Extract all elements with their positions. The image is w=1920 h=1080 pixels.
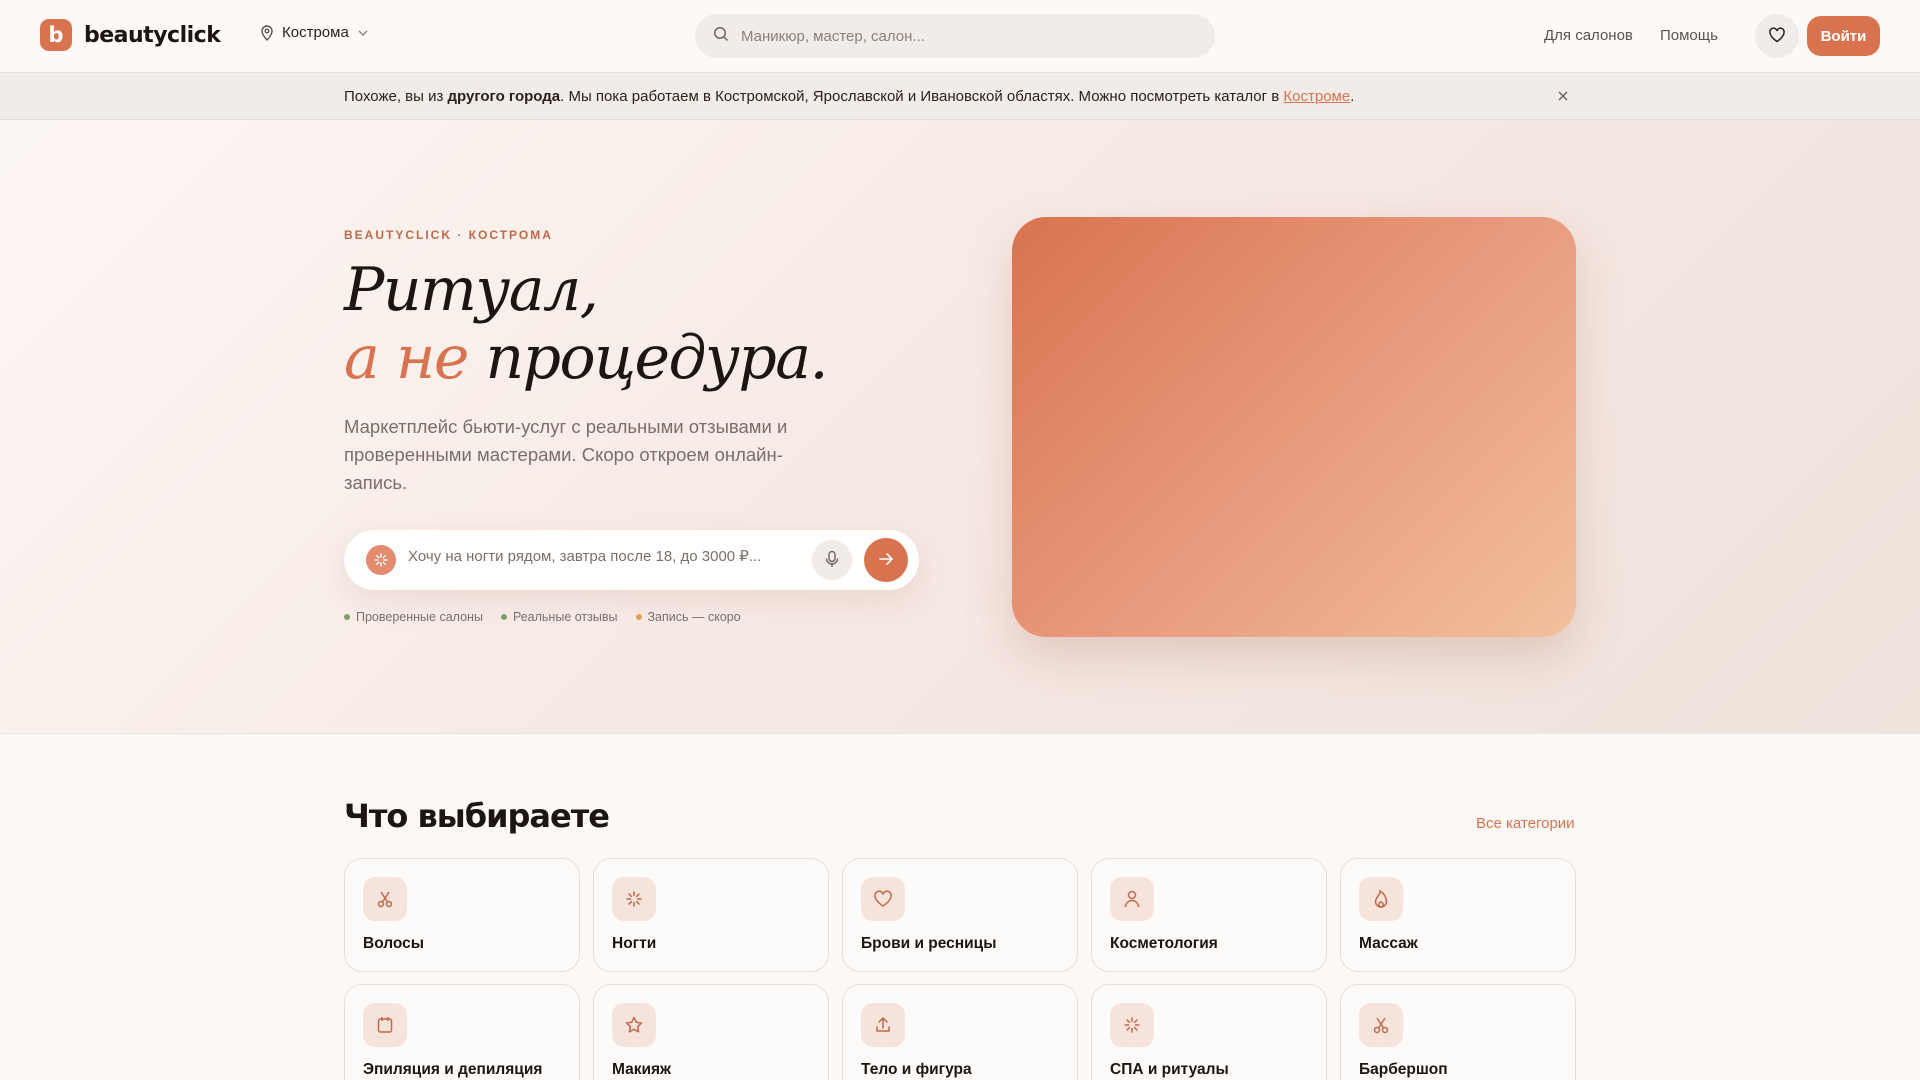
scissors-icon <box>363 877 407 921</box>
ai-search-bar[interactable] <box>344 530 919 590</box>
favorites-button[interactable] <box>1755 14 1799 58</box>
login-button[interactable]: Войти <box>1807 16 1880 56</box>
search-input[interactable] <box>741 27 1181 45</box>
category-card-nails[interactable]: Ногти <box>593 858 829 972</box>
flame-icon <box>1359 877 1403 921</box>
category-card-cosmetology[interactable]: Косметология <box>1091 858 1327 972</box>
calendar-icon <box>363 1003 407 1047</box>
sparkle-icon <box>612 877 656 921</box>
chevron-down-icon <box>357 29 369 37</box>
ai-search-input[interactable] <box>408 548 788 565</box>
close-icon <box>1557 90 1569 105</box>
site-header: b beautyclick Кострома Для салонов Помощ… <box>0 0 1920 72</box>
scissors-icon <box>1359 1003 1403 1047</box>
city-selector[interactable]: Кострома <box>260 24 369 41</box>
hero-title-accent: а не <box>344 323 469 393</box>
star-icon <box>612 1003 656 1047</box>
city-notice-banner: Похоже, вы из другого города. Мы пока ра… <box>0 72 1920 120</box>
category-card-makeup[interactable]: Макияж <box>593 984 829 1080</box>
logo-mark: b <box>40 19 72 51</box>
submit-search-button[interactable] <box>864 538 908 582</box>
tag-reviews: Реальные отзывы <box>500 610 618 624</box>
status-dot <box>344 614 350 620</box>
status-dot <box>635 614 642 620</box>
header-search[interactable] <box>695 14 1215 58</box>
nav-for-salons[interactable]: Для салонов <box>1544 27 1633 44</box>
arrow-right-icon <box>878 552 894 569</box>
person-icon <box>1110 877 1154 921</box>
voice-search-button[interactable] <box>812 540 852 580</box>
category-card-hair[interactable]: Волосы <box>344 858 580 972</box>
hero-section: BEAUTYCLICK · КОСТРОМА Ритуал, а не проц… <box>0 120 1920 734</box>
category-card-brows[interactable]: Брови и ресницы <box>842 858 1078 972</box>
sparkle-icon <box>366 545 396 575</box>
logo-text: beautyclick <box>84 22 221 48</box>
category-card-spa[interactable]: СПА и ритуалы <box>1091 984 1327 1080</box>
hero-image-card <box>1012 217 1576 637</box>
hero-title: Ритуал, а не процедура. <box>344 255 829 393</box>
logo[interactable]: b beautyclick <box>40 19 221 51</box>
nav-help[interactable]: Помощь <box>1660 27 1718 44</box>
close-notice-button[interactable] <box>1554 88 1572 106</box>
city-name: Кострома <box>282 24 349 41</box>
categories-grid: Волосы Ногти Брови и ресницы Косметологи… <box>344 858 1576 1080</box>
hero-eyebrow: BEAUTYCLICK · КОСТРОМА <box>344 228 553 242</box>
category-card-barbershop[interactable]: Барбершоп <box>1340 984 1576 1080</box>
hero-subtitle: Маркетплейс бьюти-услуг с реальными отзы… <box>344 416 788 493</box>
notice-city-link[interactable]: Костроме <box>1283 88 1350 105</box>
categories-title: Что выбираете <box>344 797 610 835</box>
hero-tags: Проверенные салоны Реальные отзывы Запис… <box>344 610 741 624</box>
microphone-icon <box>825 550 839 571</box>
heart-icon <box>861 877 905 921</box>
search-icon <box>713 26 729 47</box>
upload-icon <box>861 1003 905 1047</box>
map-pin-icon <box>260 24 274 41</box>
sparkle-icon <box>1110 1003 1154 1047</box>
tag-booking-soon: Запись — скоро <box>635 610 741 624</box>
category-card-body[interactable]: Тело и фигура <box>842 984 1078 1080</box>
heart-icon <box>1768 26 1786 46</box>
all-categories-link[interactable]: Все категории <box>1476 815 1575 832</box>
category-card-massage[interactable]: Массаж <box>1340 858 1576 972</box>
status-dot <box>500 614 507 620</box>
category-card-epilation[interactable]: Эпиляция и депиляция <box>344 984 580 1080</box>
tag-verified: Проверенные салоны <box>344 610 483 624</box>
notice-text: Похоже, вы из другого города. Мы пока ра… <box>344 88 1355 105</box>
